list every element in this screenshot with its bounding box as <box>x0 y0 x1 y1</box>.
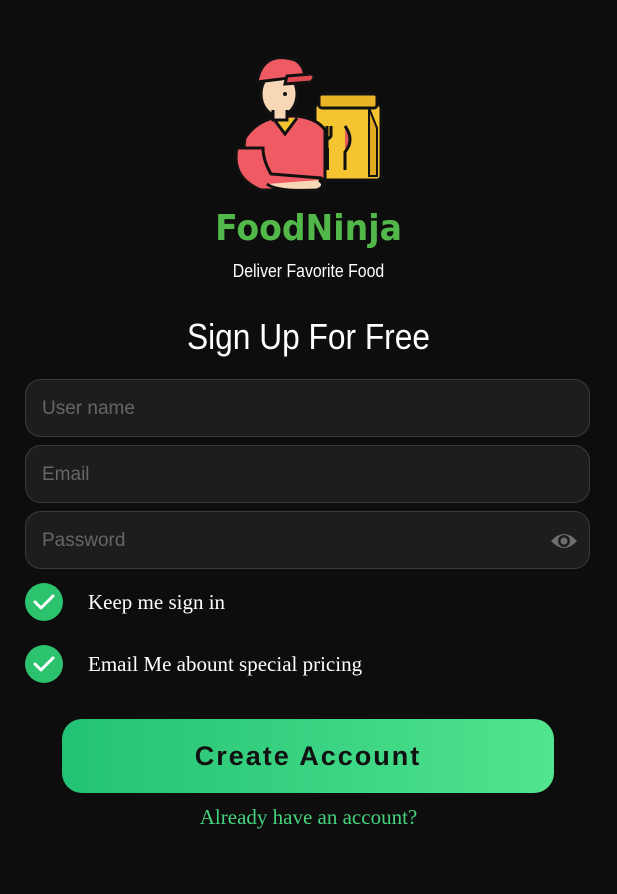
brand-name: FoodNinja <box>215 208 402 249</box>
keep-signed-in-checkbox[interactable] <box>25 583 63 621</box>
create-account-label: Create Account <box>194 740 422 771</box>
login-link[interactable]: Already have an account? <box>0 805 617 830</box>
logo <box>0 48 617 198</box>
username-field-container <box>25 379 590 438</box>
checkmark-icon <box>33 656 55 672</box>
create-account-button[interactable]: Create Account <box>62 719 554 793</box>
password-input[interactable] <box>40 512 544 570</box>
page-title: Sign Up For Free <box>187 316 430 357</box>
brand-tagline: Deliver Favorite Food <box>232 261 385 281</box>
keep-signed-in-label: Keep me sign in <box>88 589 226 614</box>
show-password-toggle[interactable] <box>549 526 579 556</box>
delivery-person-logo-icon <box>234 56 382 192</box>
email-pricing-label: Email Me abount special pricing <box>88 651 363 676</box>
email-pricing-checkbox[interactable] <box>25 645 63 683</box>
checkmark-icon <box>33 594 55 610</box>
keep-signed-in-option: Keep me sign in <box>25 583 225 621</box>
password-field-container <box>25 511 590 570</box>
email-field-container <box>25 445 590 504</box>
email-input[interactable] <box>40 446 544 504</box>
username-input[interactable] <box>40 380 544 438</box>
eye-icon <box>551 534 577 548</box>
email-pricing-option: Email Me abount special pricing <box>25 645 362 683</box>
